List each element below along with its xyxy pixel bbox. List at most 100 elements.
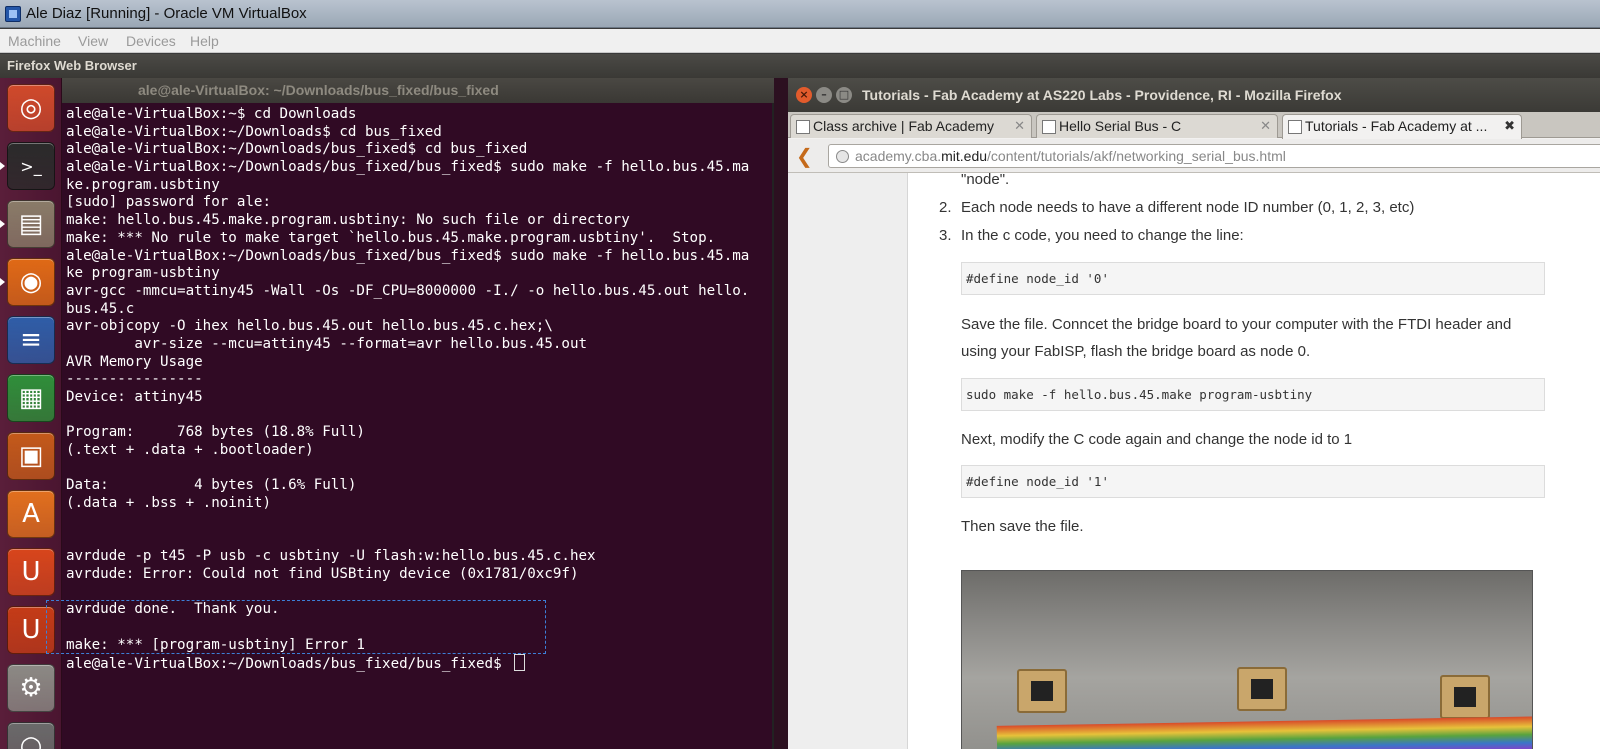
terminal-line: AVR Memory Usage xyxy=(66,353,203,370)
code-block: sudo make -f hello.bus.45.make program-u… xyxy=(961,378,1545,411)
tab-close-icon[interactable]: ✕ xyxy=(1260,118,1271,134)
menu-devices[interactable]: Devices xyxy=(126,33,176,49)
launcher-glyph: ≡ xyxy=(20,325,42,355)
board-image xyxy=(1237,667,1287,711)
firefox-titlebar[interactable]: × – □ Tutorials - Fab Academy at AS220 L… xyxy=(788,78,1600,112)
running-indicator xyxy=(0,278,5,286)
firefox-window[interactable]: × – □ Tutorials - Fab Academy at AS220 L… xyxy=(788,78,1600,749)
tab-close-icon[interactable]: ✕ xyxy=(1014,118,1025,134)
board-image xyxy=(1017,669,1067,713)
maximize-icon[interactable]: □ xyxy=(836,87,852,103)
firefox-icon[interactable]: ◉ xyxy=(7,258,55,306)
tab-hello-serial-bus[interactable]: Hello Serial Bus - C ✕ xyxy=(1036,114,1278,138)
list-item-3: In the c code, you need to change the li… xyxy=(961,227,1244,244)
terminal-line: [sudo] password for ale: xyxy=(66,194,271,211)
terminal-line: (.data + .bss + .noinit) xyxy=(66,495,271,512)
board-image xyxy=(1440,675,1490,719)
window-title: Ale Diaz [Running] - Oracle VM VirtualBo… xyxy=(26,5,307,22)
terminal-line: make: hello.bus.45.make.program.usbtiny:… xyxy=(66,212,630,229)
terminal-line: ke program-usbtiny xyxy=(66,265,220,282)
code-block: #define node_id '1' xyxy=(961,465,1545,498)
terminal-line: Device: attiny45 xyxy=(66,389,203,405)
menu-help[interactable]: Help xyxy=(190,33,219,49)
launcher-glyph: ◎ xyxy=(19,93,43,123)
back-arrow-icon[interactable]: ❮ xyxy=(796,145,818,167)
calc-icon[interactable]: ▦ xyxy=(7,374,55,422)
list-number: 2. xyxy=(939,199,952,216)
tab-close-icon[interactable]: ✖ xyxy=(1504,118,1515,134)
tab-strip: Class archive | Fab Academy ✕ Hello Seri… xyxy=(788,112,1600,169)
terminal-line: avr-objcopy -O ihex hello.bus.45.out hel… xyxy=(66,318,553,335)
minimize-icon[interactable]: – xyxy=(816,87,832,103)
launcher-glyph: U xyxy=(21,557,41,587)
screen: { "vbox": { "title": "Ale Diaz [Running]… xyxy=(0,0,1600,749)
tab-class-archive[interactable]: Class archive | Fab Academy ✕ xyxy=(790,114,1032,138)
system-settings-icon[interactable]: ⚙ xyxy=(7,664,55,712)
desktop-background xyxy=(774,78,788,749)
ubuntu-one-icon[interactable]: U xyxy=(7,548,55,596)
list-item-2: Each node needs to have a different node… xyxy=(961,199,1415,216)
code-block: #define node_id '0' xyxy=(961,262,1545,295)
boards-photo xyxy=(961,570,1533,749)
globe-icon xyxy=(836,150,849,163)
ribbon-cable xyxy=(996,716,1532,749)
favicon-icon xyxy=(1042,120,1056,134)
running-indicator xyxy=(0,220,5,228)
paragraph-line: using your FabISP, flash the bridge boar… xyxy=(961,343,1311,360)
page-content[interactable]: "node". 2. Each node needs to have a dif… xyxy=(788,173,1600,749)
terminal-line: ale@ale-VirtualBox:~$ cd Downloads xyxy=(66,106,357,122)
firefox-title: Tutorials - Fab Academy at AS220 Labs - … xyxy=(862,87,1342,103)
tab-tutorials[interactable]: Tutorials - Fab Academy at ... ✖ xyxy=(1282,114,1522,139)
terminal-line: ke.program.usbtiny xyxy=(66,176,220,193)
close-icon[interactable]: × xyxy=(796,87,812,103)
text-cursor xyxy=(514,654,526,672)
tab-label: Class archive | Fab Academy xyxy=(813,118,995,134)
text-fragment: "node". xyxy=(961,173,1010,188)
terminal-line: avrdude -p t45 -P usb -c usbtiny -U flas… xyxy=(66,548,596,565)
tab-label: Tutorials - Fab Academy at ... xyxy=(1305,118,1488,134)
favicon-icon xyxy=(1288,120,1302,134)
terminal-line: ale@ale-VirtualBox:~/Downloads$ cd bus_f… xyxy=(66,123,442,140)
terminal-line: Program: 768 bytes (18.8% Full) xyxy=(66,424,365,441)
page-sidebar xyxy=(788,173,908,749)
favicon-icon xyxy=(796,120,810,134)
file-manager-icon[interactable]: ▤ xyxy=(7,200,55,248)
terminal-line: Data: 4 bytes (1.6% Full) xyxy=(66,477,357,494)
ubuntu-dash-icon[interactable]: ◎ xyxy=(7,84,55,132)
more-icon[interactable]: ○ xyxy=(7,722,55,749)
terminal-titlebar[interactable]: ale@ale-VirtualBox: ~/Downloads/bus_fixe… xyxy=(62,78,774,103)
navigation-bar: ❮ academy.cba.mit.edu/content/tutorials/… xyxy=(788,139,1600,173)
virtualbox-icon xyxy=(5,6,21,22)
impress-icon[interactable]: ▣ xyxy=(7,432,55,480)
vbox-menubar: Machine View Devices Help xyxy=(0,29,1600,53)
terminal-line: ---------------- xyxy=(66,371,203,388)
selection-rectangle xyxy=(46,600,546,654)
tab-label: Hello Serial Bus - C xyxy=(1059,118,1182,134)
writer-icon[interactable]: ≡ xyxy=(7,316,55,364)
terminal-line: (.text + .data + .bootloader) xyxy=(66,442,314,459)
menu-machine[interactable]: Machine xyxy=(8,33,61,49)
url-text[interactable]: academy.cba.mit.edu/content/tutorials/ak… xyxy=(855,148,1286,164)
launcher-glyph: A xyxy=(22,499,40,529)
paragraph-line: Save the file. Conncet the bridge board … xyxy=(961,316,1512,333)
terminal-line: ale@ale-VirtualBox:~/Downloads/bus_fixed… xyxy=(66,159,750,176)
ubuntu-top-panel: Firefox Web Browser xyxy=(0,54,1600,78)
url-bar[interactable]: academy.cba.mit.edu/content/tutorials/ak… xyxy=(828,144,1600,168)
list-number: 3. xyxy=(939,227,952,244)
launcher-glyph: ▦ xyxy=(18,383,44,413)
terminal-line: ale@ale-VirtualBox:~/Downloads/bus_fixed… xyxy=(66,247,750,264)
terminal-prompt-line[interactable]: ale@ale-VirtualBox:~/Downloads/bus_fixed… xyxy=(66,654,772,672)
software-center-icon[interactable]: A xyxy=(7,490,55,538)
terminal-icon[interactable]: >_ xyxy=(7,142,55,190)
terminal-line: avrdude: Error: Could not find USBtiny d… xyxy=(66,565,579,582)
launcher-glyph: ⚙ xyxy=(19,673,43,703)
launcher-glyph: ◉ xyxy=(19,267,43,297)
terminal-line: avr-size --mcu=attiny45 --format=avr hel… xyxy=(66,335,588,352)
terminal-title: ale@ale-VirtualBox: ~/Downloads/bus_fixe… xyxy=(138,82,499,98)
menu-view[interactable]: View xyxy=(78,33,108,49)
